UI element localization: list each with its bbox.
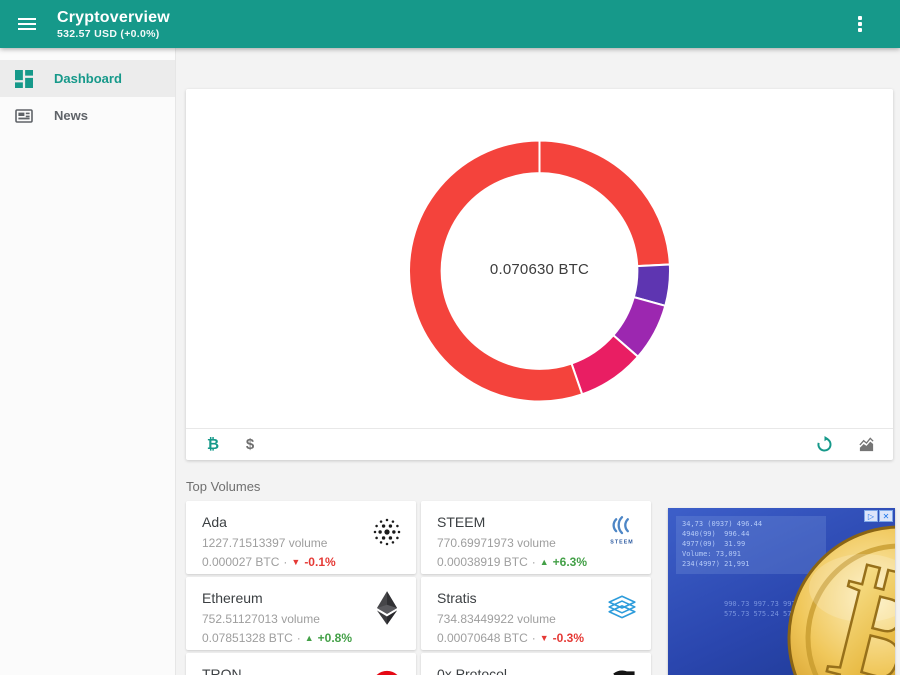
change-direction-icon: ▲ — [305, 633, 314, 643]
coin-change: -0.1% — [304, 555, 335, 569]
ad-ticker-text: 34,73 (0937) 496.44 4940(99) 996.44 4977… — [682, 519, 762, 569]
volume-card[interactable]: 0x Protocol — [421, 653, 651, 675]
change-direction-icon: ▲ — [540, 557, 549, 567]
portfolio-donut-chart[interactable]: 0.070630 BTC — [186, 89, 893, 428]
app-titles: Cryptoverview 532.57 USD (+0.0%) — [57, 9, 170, 40]
coin-change: +0.8% — [318, 631, 352, 645]
volume-card[interactable]: Ethereum 752.51127013 volume 0.07851328 … — [186, 577, 416, 650]
sidebar-item-label: News — [54, 108, 88, 123]
adchoices-icon[interactable]: ▷ — [864, 510, 878, 522]
sidebar-item-label: Dashboard — [54, 71, 122, 86]
area-chart-icon — [858, 436, 875, 453]
coin-btc-value: 0.000027 BTC — [202, 555, 279, 569]
top-volumes-section: Ada 1227.71513397 volume 0.000027 BTC · … — [186, 501, 900, 675]
sidebar-item-news[interactable]: News — [0, 97, 175, 134]
advertisement-banner[interactable]: 34,73 (0937) 496.44 4940(99) 996.44 4977… — [668, 508, 895, 675]
overflow-menu-icon[interactable] — [848, 12, 872, 36]
portfolio-chart-card: 0.070630 BTC ₿ $ — [186, 89, 893, 460]
change-direction-icon: ▼ — [540, 633, 549, 643]
volume-card[interactable]: TRON — [186, 653, 416, 675]
bitcoin-coin-graphic: ₿ — [786, 524, 895, 675]
price-separator: · — [297, 631, 301, 645]
btc-currency-button[interactable]: ₿ — [201, 433, 225, 457]
coin-icon — [606, 590, 638, 626]
coin-change: -0.3% — [553, 631, 584, 645]
volume-card[interactable]: Stratis 734.83449922 volume 0.00070648 B… — [421, 577, 651, 650]
volume-card[interactable]: Ada 1227.71513397 volume 0.000027 BTC · … — [186, 501, 416, 574]
app-title: Cryptoverview — [57, 9, 170, 27]
price-separator: · — [532, 555, 536, 569]
price-separator: · — [283, 555, 287, 569]
volume-card[interactable]: STEEM 770.69971973 volume 0.00038919 BTC… — [421, 501, 651, 574]
refresh-icon — [816, 436, 833, 453]
coin-btc-value: 0.00070648 BTC — [437, 631, 528, 645]
hamburger-menu-icon[interactable] — [18, 12, 42, 36]
coin-change: +6.3% — [553, 555, 587, 569]
usd-currency-button[interactable]: $ — [238, 433, 262, 457]
change-direction-icon: ▼ — [291, 557, 300, 567]
app-header: Cryptoverview 532.57 USD (+0.0%) — [0, 0, 900, 48]
dashboard-icon — [15, 70, 33, 88]
coin-btc-value: 0.07851328 BTC — [202, 631, 293, 645]
coin-icon — [371, 666, 403, 675]
ad-close-icon[interactable]: ✕ — [879, 510, 893, 522]
sidebar-item-dashboard[interactable]: Dashboard — [0, 60, 175, 97]
coin-price-row: 0.00038919 BTC · ▲ +6.3% — [437, 555, 635, 569]
price-separator: · — [532, 631, 536, 645]
coin-price-row: 0.00070648 BTC · ▼ -0.3% — [437, 631, 635, 645]
coin-btc-value: 0.00038919 BTC — [437, 555, 528, 569]
news-icon — [15, 107, 33, 125]
donut-segment[interactable] — [540, 141, 670, 267]
coin-price-row: 0.000027 BTC · ▼ -0.1% — [202, 555, 400, 569]
coin-icon — [606, 666, 638, 675]
portfolio-value-summary: 532.57 USD (+0.0%) — [57, 28, 170, 40]
top-volumes-title: Top Volumes — [186, 479, 900, 494]
donut-center-label: 0.070630 BTC — [186, 261, 893, 278]
main-content: 0.070630 BTC ₿ $ — [176, 48, 900, 675]
adchoices-controls: ▷ ✕ — [864, 510, 893, 522]
refresh-button[interactable] — [812, 433, 836, 457]
coin-price-row: 0.07851328 BTC · ▲ +0.8% — [202, 631, 400, 645]
sidebar-nav: Dashboard News — [0, 48, 176, 675]
donut-chart-svg — [186, 89, 893, 428]
chart-view-button[interactable] — [854, 433, 878, 457]
coin-icon — [606, 514, 638, 550]
coin-icon — [371, 514, 403, 550]
volume-cards-grid: Ada 1227.71513397 volume 0.000027 BTC · … — [186, 501, 651, 675]
coin-icon — [371, 590, 403, 626]
chart-toolbar: ₿ $ — [186, 428, 893, 460]
